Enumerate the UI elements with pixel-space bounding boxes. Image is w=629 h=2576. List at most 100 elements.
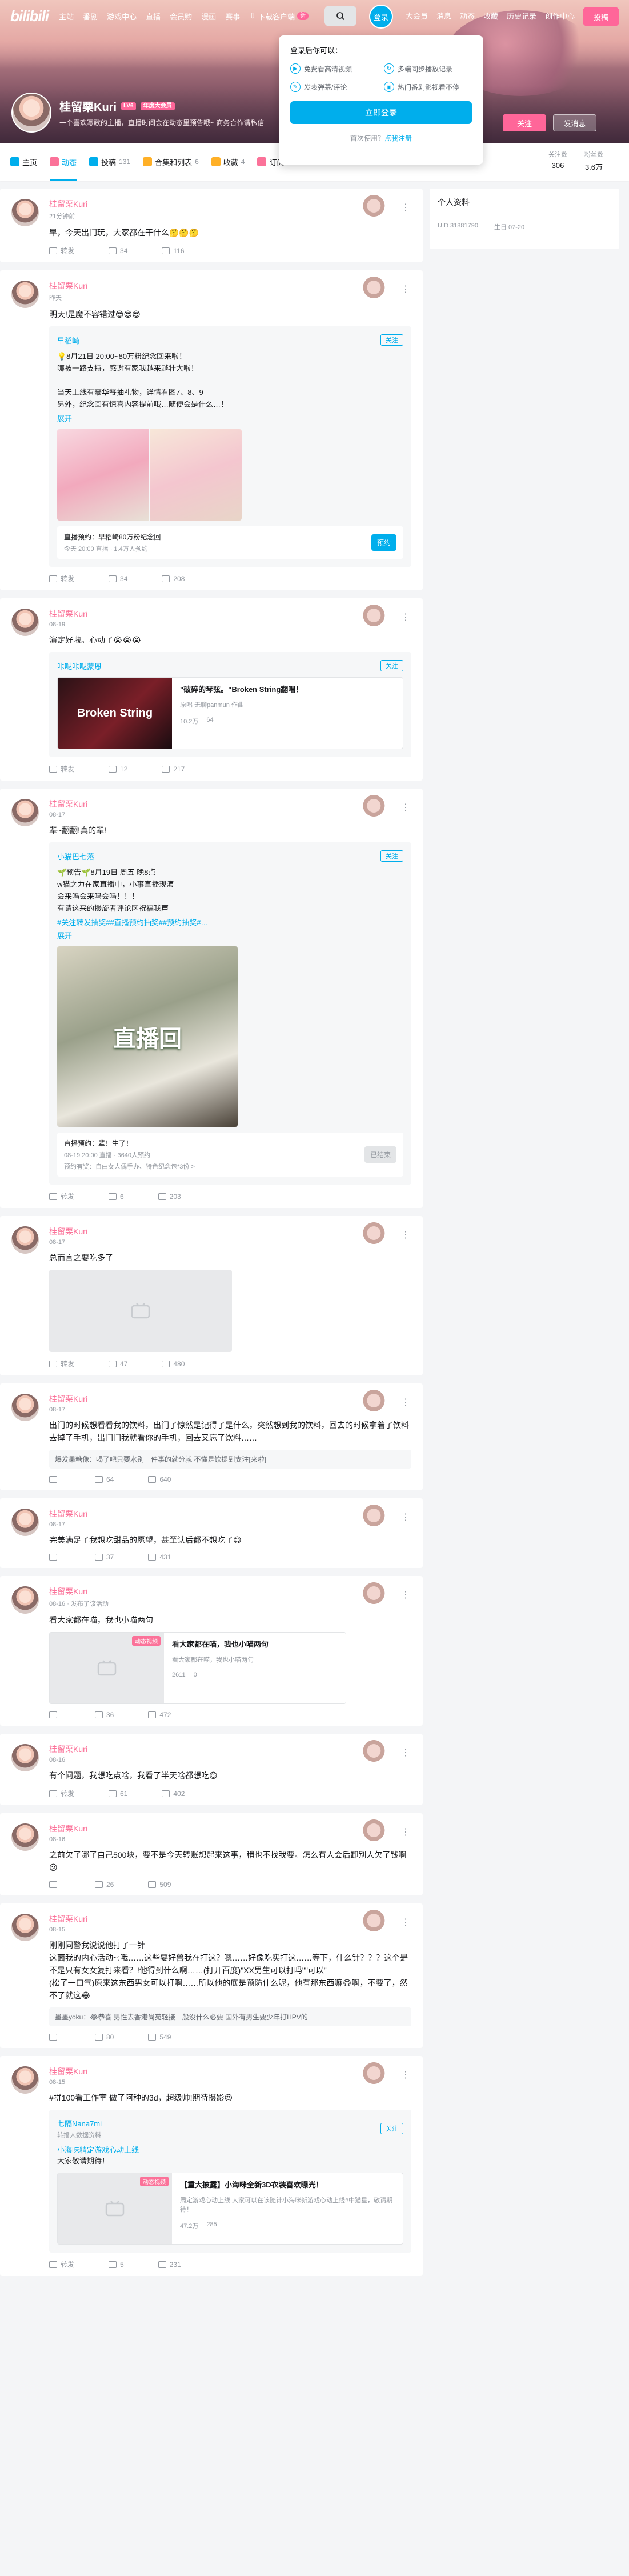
author-name[interactable]: 桂留栗Kuri [49, 281, 411, 291]
repost-box[interactable]: 七隔Nana7mi 转播人数据资料 关注 小海味精定游戏心动上线 大家敬请期待！… [49, 2110, 411, 2253]
topic-tags[interactable]: #关注转发抽奖##直播预约抽奖##预约抽奖#… [57, 917, 403, 927]
nav-download[interactable]: ⇩ 下载客户端 新 [249, 11, 309, 22]
login-avatar-button[interactable]: 登录 [369, 5, 393, 29]
author-name[interactable]: 桂留栗Kuri [49, 1509, 411, 1519]
nav-favorites[interactable]: 收藏 [483, 10, 498, 21]
comment-button[interactable]: 36 [95, 1711, 114, 1719]
more-icon[interactable]: ⋮ [401, 1749, 410, 1758]
more-icon[interactable]: ⋮ [401, 1918, 410, 1927]
nav-anime[interactable]: 番剧 [83, 11, 98, 22]
like-button[interactable]: 231 [158, 2261, 181, 2269]
tab-favorites[interactable]: 收藏 4 [211, 143, 245, 181]
more-icon[interactable]: ⋮ [401, 613, 410, 622]
author-name[interactable]: 桂留栗Kuri [49, 1744, 411, 1754]
more-icon[interactable]: ⋮ [401, 1398, 410, 1407]
author-name[interactable]: 桂留栗Kuri [49, 2066, 411, 2077]
comment-button[interactable]: 61 [109, 1790, 127, 1798]
avatar[interactable] [11, 1823, 39, 1851]
author-name[interactable]: 桂留栗Kuri [49, 1394, 411, 1404]
avatar[interactable] [11, 1509, 39, 1536]
comment-button[interactable]: 26 [95, 1881, 114, 1889]
repost-author[interactable]: 咔哒咔哒蒙恩 [57, 661, 102, 671]
bilibili-logo[interactable]: bilibili [10, 7, 49, 25]
video-card[interactable]: Broken String "破碎的琴弦。"Broken String翻唱！ 原… [57, 677, 403, 749]
repost-follow-button[interactable]: 关注 [380, 850, 403, 862]
forward-button[interactable]: 转发 [49, 574, 74, 583]
forward-button[interactable] [49, 1554, 61, 1561]
comment-button[interactable]: 80 [95, 2033, 114, 2041]
like-button[interactable]: 203 [158, 1193, 181, 1201]
like-button[interactable]: 509 [148, 1881, 171, 1889]
nav-vip[interactable]: 大会员 [406, 10, 428, 21]
author-name[interactable]: 桂留栗Kuri [49, 1226, 411, 1237]
comment-button[interactable]: 5 [109, 2261, 124, 2269]
nav-main[interactable]: 主站 [59, 11, 74, 22]
like-button[interactable]: 217 [162, 765, 185, 773]
author-name[interactable]: 桂留栗Kuri [49, 799, 411, 809]
stat-fans[interactable]: 粉丝数 3.6万 [584, 150, 603, 172]
stat-following[interactable]: 关注数 306 [548, 150, 567, 172]
repost-follow-button[interactable]: 关注 [380, 334, 403, 346]
avatar[interactable] [11, 2066, 39, 2094]
more-icon[interactable]: ⋮ [401, 803, 410, 813]
nav-manga[interactable]: 漫画 [201, 11, 216, 22]
video-thumbnail[interactable]: 动态视频 [50, 1633, 164, 1703]
tab-collections[interactable]: 合集和列表 6 [143, 143, 199, 181]
repost-follow-button[interactable]: 关注 [380, 660, 403, 671]
author-name[interactable]: 桂留栗Kuri [49, 1823, 411, 1834]
repost-box[interactable]: 咔哒咔哒蒙恩 关注 Broken String "破碎的琴弦。"Broken S… [49, 652, 411, 757]
post-image[interactable] [150, 429, 242, 521]
follow-button[interactable]: 关注 [503, 114, 546, 131]
comment-button[interactable]: 34 [109, 247, 127, 255]
more-icon[interactable]: ⋮ [401, 2071, 410, 2080]
forward-button[interactable]: 转发 [49, 1359, 74, 1369]
repost-box[interactable]: 早稻崎 关注 💡8月21日 20:00~80万粉纪念回来啦！ 哪被一路支持，感谢… [49, 326, 411, 567]
forward-button[interactable] [49, 1711, 61, 1718]
comment-user[interactable]: 爆发果糖像 [55, 1455, 89, 1463]
tab-videos[interactable]: 投稿 131 [89, 143, 130, 181]
avatar[interactable] [11, 1744, 39, 1771]
upload-button[interactable]: 投稿 [583, 7, 619, 26]
video-title[interactable]: 【重大披露】小海咪全新3D衣装喜欢曝光！ [180, 2180, 395, 2190]
comment-button[interactable]: 34 [109, 575, 127, 583]
forward-button[interactable] [49, 1476, 61, 1483]
nav-dynamic[interactable]: 动态 [460, 10, 475, 21]
like-button[interactable]: 431 [148, 1553, 171, 1561]
nav-match[interactable]: 赛事 [225, 11, 240, 22]
login-now-button[interactable]: 立即登录 [290, 101, 472, 124]
repost-box[interactable]: 小猫巴七落 关注 🌱预告🌱8月19日 周五 晚8点 w猫之力在家直播中，小事直播… [49, 842, 411, 1185]
register-link[interactable]: 点我注册 [384, 134, 412, 142]
author-name[interactable]: 桂留栗Kuri [49, 609, 411, 619]
repost-follow-button[interactable]: 关注 [380, 2123, 403, 2134]
author-name[interactable]: 桂留栗Kuri [49, 1586, 411, 1597]
repost-author[interactable]: 七隔Nana7mi [57, 2118, 102, 2129]
top-comment[interactable]: 墨墨yoku：😂恭喜 男性去香港尚苑轻接一般没什么必要 国外有男生要少年打HPV… [49, 2007, 411, 2026]
avatar[interactable] [11, 609, 39, 636]
forward-button[interactable]: 转发 [49, 1191, 74, 1201]
forward-button[interactable]: 转发 [49, 764, 74, 774]
more-icon[interactable]: ⋮ [401, 1513, 410, 1522]
repost-topic-link[interactable]: 小海味精定游戏心动上线 [57, 2144, 403, 2155]
nav-game[interactable]: 游戏中心 [107, 11, 137, 22]
comment-button[interactable]: 64 [95, 1475, 114, 1483]
more-icon[interactable]: ⋮ [401, 1828, 410, 1837]
more-icon[interactable]: ⋮ [401, 1231, 410, 1240]
expand-link[interactable]: 展开 [57, 413, 403, 423]
avatar[interactable] [11, 1586, 39, 1614]
like-button[interactable]: 116 [162, 247, 185, 255]
video-thumbnail[interactable]: 动态视频 [58, 2173, 172, 2244]
comment-button[interactable]: 37 [95, 1553, 114, 1561]
like-button[interactable]: 208 [162, 575, 185, 583]
comment-button[interactable]: 6 [109, 1193, 124, 1201]
nav-shop[interactable]: 会员购 [170, 11, 192, 22]
like-button[interactable]: 549 [148, 2033, 171, 2041]
author-name[interactable]: 桂留栗Kuri [49, 199, 411, 209]
video-thumbnail[interactable]: Broken String [58, 678, 172, 749]
more-icon[interactable]: ⋮ [401, 1591, 410, 1600]
repost-author[interactable]: 早稻崎 [57, 335, 79, 346]
forward-button[interactable] [49, 2034, 61, 2041]
video-title[interactable]: 看大家都在喵，我也小喵两句 [172, 1639, 269, 1650]
forward-button[interactable]: 转发 [49, 2259, 74, 2269]
post-image[interactable]: 直播回 [57, 946, 238, 1127]
comment-user[interactable]: 墨墨yoku [55, 2013, 83, 2021]
